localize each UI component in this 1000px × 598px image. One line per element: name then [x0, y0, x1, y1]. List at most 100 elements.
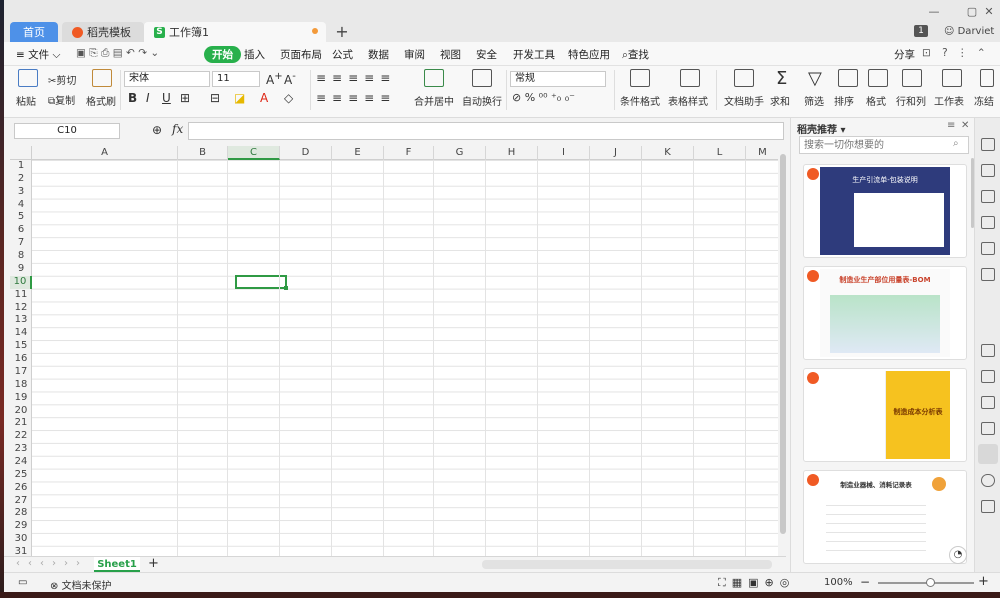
protect-status[interactable]: ⊗ 文档未保护: [50, 577, 112, 592]
row-header-18[interactable]: 18: [10, 379, 32, 392]
help-icon[interactable]: [981, 500, 995, 513]
comment-icon[interactable]: ⊡: [922, 47, 931, 59]
zoom-formula-icon[interactable]: ⊕: [152, 123, 162, 137]
save-icon[interactable]: ▣: [76, 47, 86, 59]
italic-icon[interactable]: I: [146, 91, 150, 105]
cond-format-button[interactable]: 条件格式: [620, 93, 660, 108]
sheet-tab-sheet1[interactable]: Sheet1: [94, 557, 140, 572]
row-header-8[interactable]: 8: [10, 250, 32, 263]
row-header-15[interactable]: 15: [10, 340, 32, 353]
zoom-slider-thumb[interactable]: [926, 578, 935, 587]
font-size-select[interactable]: 11: [212, 71, 260, 87]
rowcol-icon[interactable]: [902, 69, 922, 87]
rowcol-button[interactable]: 行和列: [896, 93, 926, 108]
zoom-level[interactable]: 100%: [824, 577, 853, 588]
row-header-25[interactable]: 25: [10, 469, 32, 482]
menu-security[interactable]: 安全: [476, 47, 497, 62]
worksheet-icon[interactable]: [942, 69, 962, 87]
format-painter-button[interactable]: 格式刷: [86, 93, 116, 108]
menu-page-layout[interactable]: 页面布局: [280, 47, 322, 62]
row-header-19[interactable]: 19: [10, 392, 32, 405]
row-header-30[interactable]: 30: [10, 533, 32, 546]
column-header-l[interactable]: L: [694, 146, 746, 160]
copy-button[interactable]: ⧉复制: [48, 92, 75, 107]
image-icon[interactable]: [981, 344, 995, 357]
more-icon[interactable]: ⌄: [150, 47, 159, 59]
format-button[interactable]: 格式: [866, 93, 886, 108]
pane-close-icon[interactable]: ✕: [961, 120, 969, 131]
template-card[interactable]: 制造成本分析表: [803, 368, 967, 462]
zoom-out-icon[interactable]: −: [860, 575, 870, 589]
cut-button[interactable]: ✂剪切: [48, 72, 76, 87]
row-header-4[interactable]: 4: [10, 199, 32, 212]
fx-button[interactable]: fx: [172, 122, 183, 136]
column-header-c[interactable]: C: [228, 146, 280, 160]
column-header-m[interactable]: M: [746, 146, 780, 160]
row-header-22[interactable]: 22: [10, 430, 32, 443]
merge-button[interactable]: 合并居中: [414, 93, 454, 108]
font-shrink-icon[interactable]: A-: [284, 71, 296, 87]
row-header-12[interactable]: 12: [10, 302, 32, 315]
filter-button[interactable]: 筛选: [804, 93, 824, 108]
row-header-26[interactable]: 26: [10, 482, 32, 495]
border-icon[interactable]: ⊞: [180, 91, 190, 105]
export-icon[interactable]: ⎘: [89, 47, 97, 59]
column-header-e[interactable]: E: [332, 146, 384, 160]
zoom-in-icon[interactable]: +: [978, 574, 989, 589]
row-header-5[interactable]: 5: [10, 211, 32, 224]
docer-active-icon[interactable]: [978, 444, 998, 464]
photo-icon[interactable]: [981, 422, 995, 435]
paste-icon[interactable]: [18, 69, 38, 87]
share-button[interactable]: 分享: [894, 47, 915, 62]
horizontal-scrollbar[interactable]: [482, 560, 772, 569]
redo-icon[interactable]: ↷: [138, 47, 147, 59]
align-left-icons[interactable]: ≡≡≡≡≡: [316, 91, 396, 105]
row-header-24[interactable]: 24: [10, 456, 32, 469]
column-header-b[interactable]: B: [178, 146, 228, 160]
status-macro-icon[interactable]: ▭: [18, 577, 27, 588]
tab-document[interactable]: S 工作簿1: [144, 22, 326, 42]
bold-icon[interactable]: B: [128, 91, 137, 105]
fill-handle[interactable]: [284, 286, 288, 290]
font-color-icon[interactable]: A: [260, 91, 268, 105]
menu-review[interactable]: 审阅: [404, 47, 425, 62]
row-header-10[interactable]: 10: [10, 275, 32, 289]
formula-input[interactable]: [188, 122, 784, 140]
worksheet-button[interactable]: 工作表: [934, 93, 964, 108]
row-header-16[interactable]: 16: [10, 353, 32, 366]
file-menu[interactable]: ≡ 文件 ⌵: [16, 47, 60, 62]
menu-insert[interactable]: 插入: [244, 47, 265, 62]
row-header-28[interactable]: 28: [10, 507, 32, 520]
table-style-icon[interactable]: [680, 69, 700, 87]
paste-button[interactable]: 粘贴: [16, 93, 36, 108]
template-card[interactable]: 制造业生产部位用量表-BOM: [803, 266, 967, 360]
sum-icon[interactable]: Σ: [776, 68, 787, 89]
doc-helper-icon[interactable]: [734, 69, 754, 87]
sort-button[interactable]: 排序: [834, 93, 854, 108]
tab-home[interactable]: 首页: [10, 22, 58, 42]
column-header-a[interactable]: A: [32, 146, 178, 160]
menu-special[interactable]: 特色应用: [568, 47, 610, 62]
filter-icon[interactable]: ▽: [808, 68, 822, 89]
spreadsheet-grid[interactable]: ABCDEFGHIJKLM 1 2 3 4 5 6 7 8 9 10 11 12 13 14 15 16 17 1…: [10, 146, 784, 558]
print-icon[interactable]: ⎙: [101, 47, 109, 59]
sum-button[interactable]: 求和: [770, 93, 790, 108]
menu-view[interactable]: 视图: [440, 47, 461, 62]
row-header-11[interactable]: 11: [10, 289, 32, 302]
style-icon[interactable]: [981, 190, 995, 203]
doc-helper-button[interactable]: 文档助手: [724, 93, 764, 108]
export-icon[interactable]: [981, 370, 995, 383]
row-header-27[interactable]: 27: [10, 495, 32, 508]
cond-format-icon[interactable]: [630, 69, 650, 87]
column-header-k[interactable]: K: [642, 146, 694, 160]
column-header-h[interactable]: H: [486, 146, 538, 160]
options-icon[interactable]: ⋮: [957, 47, 968, 59]
clear-icon[interactable]: ◇: [284, 91, 293, 105]
pane-search-input[interactable]: [799, 136, 969, 154]
row-header-20[interactable]: 20: [10, 405, 32, 418]
wrap-icon[interactable]: [472, 69, 492, 87]
font-grow-icon[interactable]: A+: [266, 71, 283, 87]
help-icon[interactable]: ?: [942, 47, 948, 59]
wrap-button[interactable]: 自动换行: [462, 93, 502, 108]
column-header-g[interactable]: G: [434, 146, 486, 160]
